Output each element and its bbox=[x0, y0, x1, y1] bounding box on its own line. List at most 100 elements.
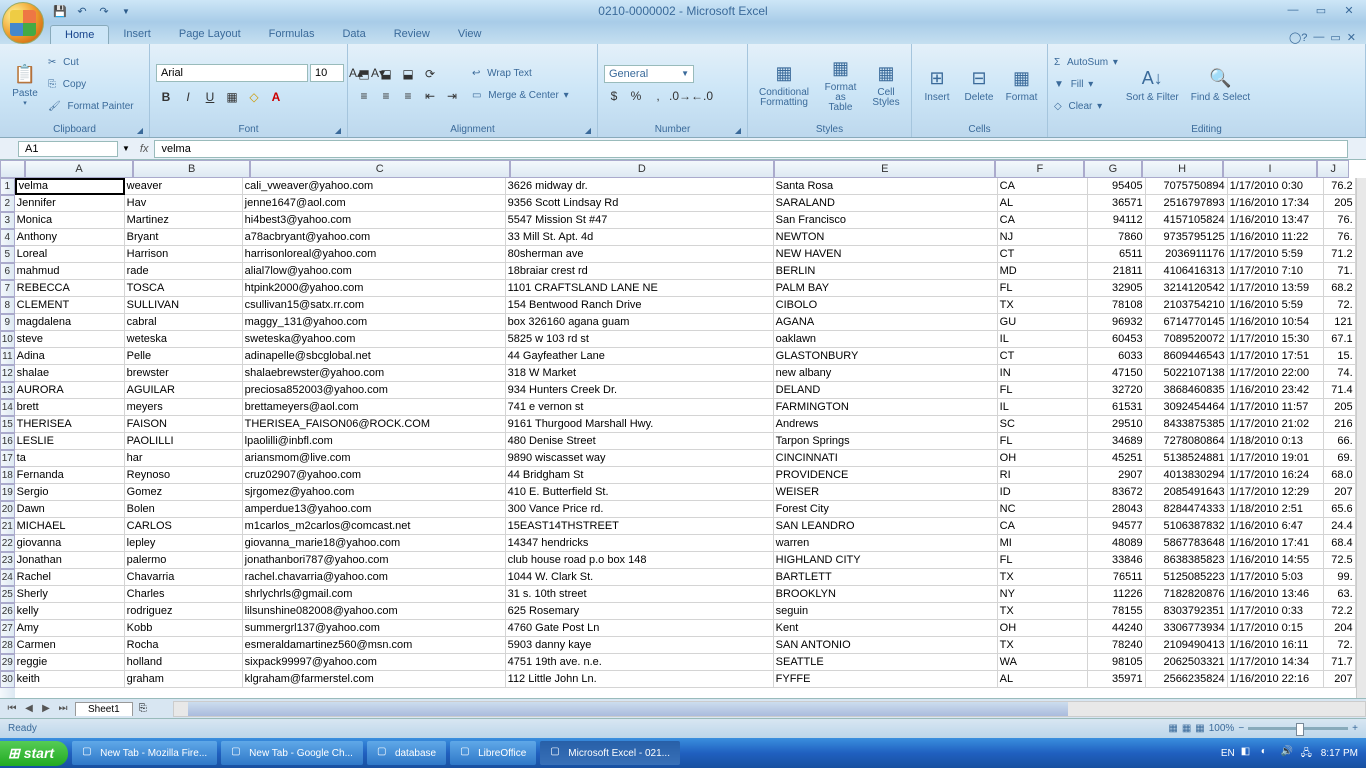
cell[interactable]: htpink2000@yahoo.com bbox=[243, 280, 506, 297]
cell[interactable]: NEWTON bbox=[774, 229, 998, 246]
format-cells-button[interactable]: ▦Format bbox=[1002, 51, 1041, 119]
row-header[interactable]: 4 bbox=[0, 229, 15, 246]
cell[interactable]: 1/18/2010 2:51 bbox=[1228, 501, 1324, 518]
merge-center-button[interactable]: ▭ Merge & Center ▾ bbox=[472, 85, 569, 107]
save-icon[interactable]: 💾 bbox=[52, 3, 68, 19]
cell[interactable]: lilsunshine082008@yahoo.com bbox=[243, 603, 506, 620]
ribbon-tab-review[interactable]: Review bbox=[380, 25, 444, 44]
cell[interactable]: MI bbox=[998, 535, 1088, 552]
vertical-scrollbar[interactable] bbox=[1356, 178, 1366, 698]
cell[interactable]: 2516797893 bbox=[1146, 195, 1228, 212]
cell[interactable]: Charles bbox=[125, 586, 243, 603]
cell[interactable]: reggie bbox=[15, 654, 125, 671]
row-header[interactable]: 9 bbox=[0, 314, 15, 331]
cell[interactable]: 68.4 bbox=[1324, 535, 1356, 552]
cell[interactable]: weaver bbox=[125, 178, 243, 195]
cell[interactable]: 121 bbox=[1324, 314, 1356, 331]
cell[interactable]: TX bbox=[998, 297, 1088, 314]
horizontal-scrollbar[interactable] bbox=[173, 701, 1366, 717]
cell[interactable]: ta bbox=[15, 450, 125, 467]
row-header[interactable]: 23 bbox=[0, 552, 15, 569]
cell[interactable]: 63. bbox=[1324, 586, 1356, 603]
cell[interactable]: 72. bbox=[1324, 637, 1356, 654]
help-icon[interactable]: ◯? bbox=[1289, 31, 1307, 44]
cell[interactable]: CA bbox=[998, 212, 1088, 229]
cell[interactable]: magdalena bbox=[15, 314, 125, 331]
row-header[interactable]: 22 bbox=[0, 535, 15, 552]
cell[interactable]: 71. bbox=[1324, 263, 1356, 280]
cell[interactable]: 2085491643 bbox=[1146, 484, 1228, 501]
cell[interactable]: m1carlos_m2carlos@comcast.net bbox=[243, 518, 506, 535]
cell[interactable]: sjrgomez@yahoo.com bbox=[243, 484, 506, 501]
cell[interactable]: SULLIVAN bbox=[125, 297, 243, 314]
cell[interactable]: Chavarria bbox=[125, 569, 243, 586]
cell[interactable]: 1/16/2010 13:47 bbox=[1228, 212, 1324, 229]
clock[interactable]: 8:17 PM bbox=[1321, 748, 1358, 759]
cell[interactable]: 67.1 bbox=[1324, 331, 1356, 348]
cell[interactable]: 5138524881 bbox=[1146, 450, 1228, 467]
autosum-button[interactable]: Σ AutoSum ▾ bbox=[1054, 52, 1118, 74]
insert-cells-button[interactable]: ⊞Insert bbox=[918, 51, 956, 119]
cell[interactable]: 1/16/2010 10:54 bbox=[1228, 314, 1324, 331]
cell[interactable]: AGUILAR bbox=[125, 382, 243, 399]
cell[interactable]: Anthony bbox=[15, 229, 125, 246]
cell[interactable]: 65.6 bbox=[1324, 501, 1356, 518]
cell[interactable]: preciosa852003@yahoo.com bbox=[243, 382, 506, 399]
next-sheet-icon[interactable]: ▶ bbox=[38, 703, 54, 714]
first-sheet-icon[interactable]: ⏮ bbox=[4, 703, 20, 714]
cell[interactable]: 8433875385 bbox=[1146, 416, 1228, 433]
cell[interactable]: Reynoso bbox=[125, 467, 243, 484]
cell[interactable]: cali_vweaver@yahoo.com bbox=[243, 178, 506, 195]
cell[interactable]: SC bbox=[998, 416, 1088, 433]
cell[interactable]: Adina bbox=[15, 348, 125, 365]
underline-button[interactable]: U bbox=[200, 87, 220, 107]
zoom-in-icon[interactable]: + bbox=[1352, 723, 1358, 734]
row-header[interactable]: 7 bbox=[0, 280, 15, 297]
cell[interactable]: 410 E. Butterfield St. bbox=[506, 484, 774, 501]
row-header[interactable]: 1 bbox=[0, 178, 15, 195]
cell[interactable]: 5125085223 bbox=[1146, 569, 1228, 586]
cell[interactable]: 14347 hendricks bbox=[506, 535, 774, 552]
row-header[interactable]: 5 bbox=[0, 246, 15, 263]
view-layout-icon[interactable]: ▦ bbox=[1182, 723, 1191, 734]
cell[interactable]: 2103754210 bbox=[1146, 297, 1228, 314]
cell[interactable]: lpaolilli@inbfl.com bbox=[243, 433, 506, 450]
cell[interactable]: OH bbox=[998, 620, 1088, 637]
cell[interactable]: MD bbox=[998, 263, 1088, 280]
cell[interactable]: 934 Hunters Creek Dr. bbox=[506, 382, 774, 399]
cell[interactable]: Sherly bbox=[15, 586, 125, 603]
cell[interactable]: 2907 bbox=[1088, 467, 1146, 484]
cell[interactable]: 15EAST14THSTREET bbox=[506, 518, 774, 535]
cell[interactable]: SARALAND bbox=[774, 195, 998, 212]
zoom-level[interactable]: 100% bbox=[1209, 723, 1235, 734]
cell[interactable]: 741 e vernon st bbox=[506, 399, 774, 416]
ribbon-tab-insert[interactable]: Insert bbox=[109, 25, 165, 44]
cell[interactable]: 11226 bbox=[1088, 586, 1146, 603]
cell[interactable]: TOSCA bbox=[125, 280, 243, 297]
cell[interactable]: oaklawn bbox=[774, 331, 998, 348]
fill-button[interactable]: ▼ Fill ▾ bbox=[1054, 74, 1118, 96]
fx-icon[interactable]: fx bbox=[140, 143, 149, 155]
column-header[interactable]: F bbox=[995, 160, 1084, 178]
cell[interactable]: 68.2 bbox=[1324, 280, 1356, 297]
cell[interactable]: weteska bbox=[125, 331, 243, 348]
cell[interactable]: 68.0 bbox=[1324, 467, 1356, 484]
cell[interactable]: sixpack99997@yahoo.com bbox=[243, 654, 506, 671]
row-header[interactable]: 16 bbox=[0, 433, 15, 450]
cell[interactable]: Loreal bbox=[15, 246, 125, 263]
cell[interactable]: Monica bbox=[15, 212, 125, 229]
font-size-input[interactable] bbox=[310, 64, 344, 82]
cell[interactable]: 66. bbox=[1324, 433, 1356, 450]
cell[interactable]: 1/16/2010 23:42 bbox=[1228, 382, 1324, 399]
cell[interactable]: HIGHLAND CITY bbox=[774, 552, 998, 569]
cell[interactable]: 1044 W. Clark St. bbox=[506, 569, 774, 586]
cell[interactable]: mahmud bbox=[15, 263, 125, 280]
cell[interactable]: keith bbox=[15, 671, 125, 688]
cell[interactable]: 1/17/2010 5:03 bbox=[1228, 569, 1324, 586]
cell[interactable]: CINCINNATI bbox=[774, 450, 998, 467]
cell[interactable]: TX bbox=[998, 603, 1088, 620]
cell[interactable]: 9735795125 bbox=[1146, 229, 1228, 246]
copy-button[interactable]: ⎘ Copy bbox=[48, 74, 134, 96]
cell[interactable]: FL bbox=[998, 382, 1088, 399]
cell[interactable]: Rachel bbox=[15, 569, 125, 586]
